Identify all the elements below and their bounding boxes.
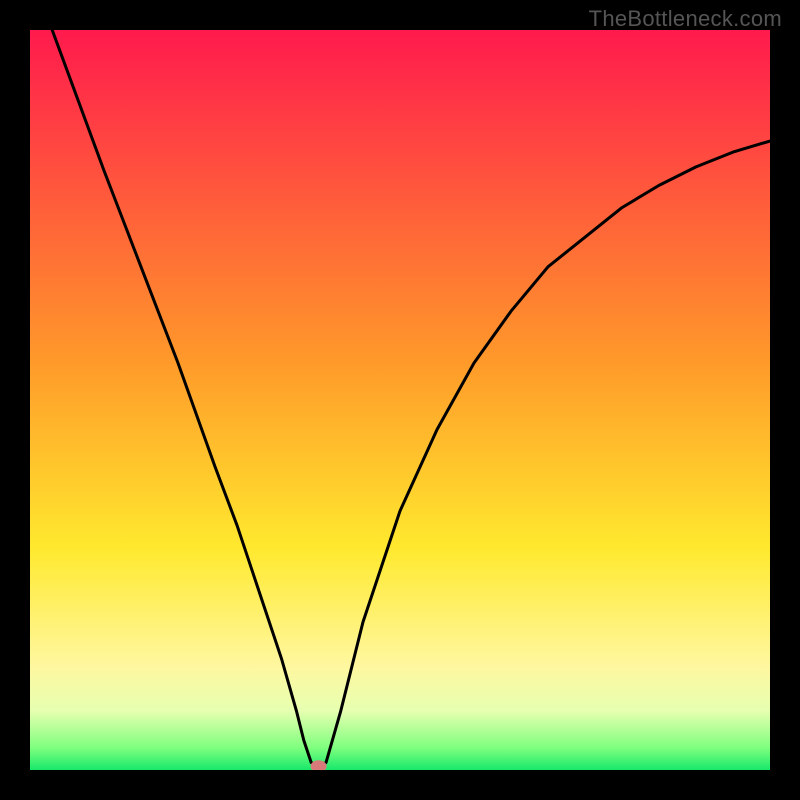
site-watermark: TheBottleneck.com <box>589 6 782 32</box>
chart-area <box>30 30 770 770</box>
gradient-background <box>30 30 770 770</box>
bottleneck-chart-svg <box>30 30 770 770</box>
